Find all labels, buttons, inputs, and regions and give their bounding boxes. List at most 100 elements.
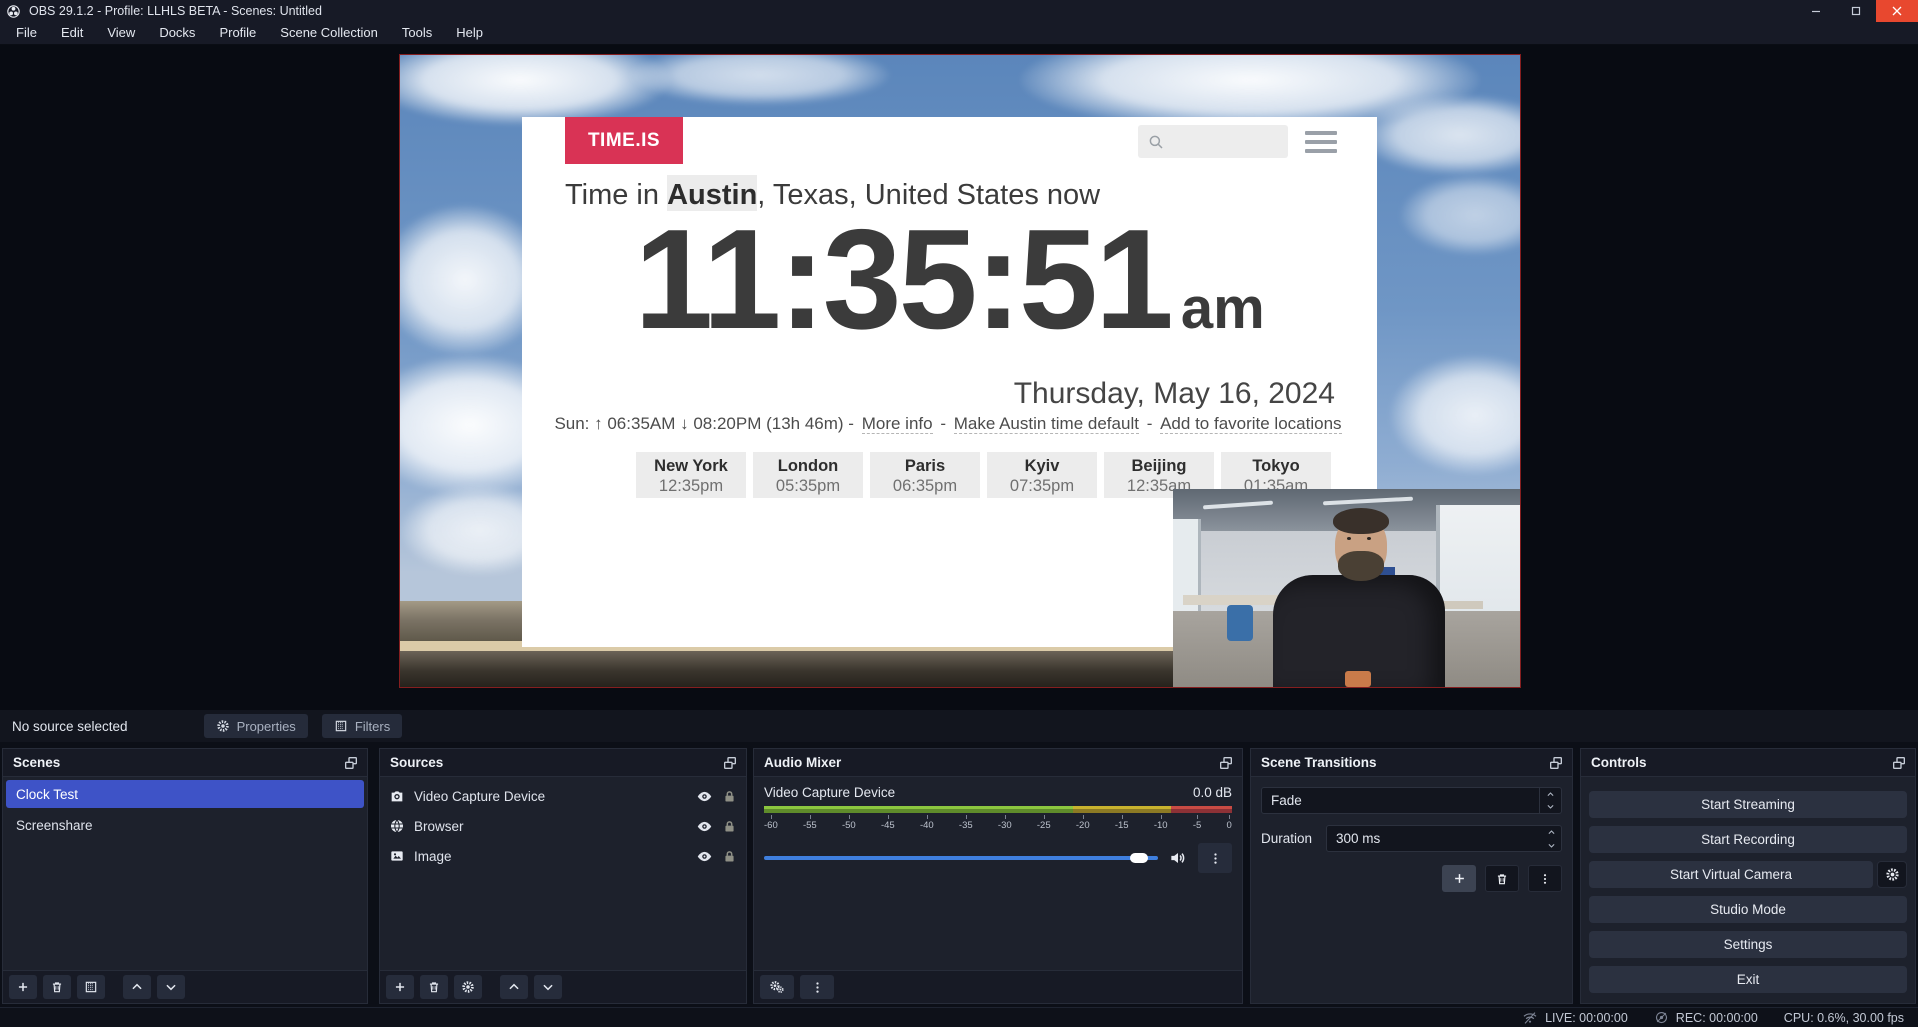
transition-select[interactable]: Fade [1261,787,1562,814]
make-default-link: Make Austin time default [954,414,1139,434]
popout-icon[interactable] [1891,755,1907,771]
popout-icon[interactable] [722,755,738,771]
menu-file[interactable]: File [4,22,49,44]
duration-spinbox[interactable]: 300 ms [1326,825,1562,852]
image-icon [389,848,405,864]
select-chevrons-icon[interactable] [1539,788,1561,813]
mixer-level-db: 0.0 dB [1193,785,1232,800]
start-streaming-button[interactable]: Start Streaming [1589,791,1907,818]
cpu-fps-status: CPU: 0.6%, 30.00 fps [1784,1011,1904,1025]
channel-options-button[interactable] [1198,843,1232,873]
search-icon [1147,133,1165,151]
visibility-eye-icon[interactable] [696,818,713,835]
preview-canvas[interactable]: TIME.IS Time in Austin, Texas, United St… [400,55,1520,687]
gear-icon [1885,867,1900,882]
sources-panel-header[interactable]: Sources [380,749,746,777]
visibility-eye-icon[interactable] [696,848,713,865]
scenes-panel: Scenes Clock Test Screenshare [2,748,368,1004]
menubar: File Edit View Docks Profile Scene Colle… [0,22,1918,45]
remove-scene-button[interactable] [43,975,71,999]
chevron-up-icon [507,980,521,994]
cloud [630,55,890,105]
controls-panel-header[interactable]: Controls [1581,749,1915,777]
menu-tools[interactable]: Tools [390,22,444,44]
popout-icon[interactable] [343,755,359,771]
scene-item-clock-test[interactable]: Clock Test [6,780,364,808]
menu-profile[interactable]: Profile [207,22,268,44]
source-item-image[interactable]: Image [380,841,746,871]
menu-view[interactable]: View [95,22,147,44]
transition-options-button[interactable] [1528,865,1562,892]
popout-icon[interactable] [1218,755,1234,771]
record-disc-icon [1654,1010,1669,1025]
gear-icon [461,980,475,994]
city-card: Paris06:35pm [870,452,980,498]
minimize-button[interactable] [1796,0,1836,22]
search-box [1138,125,1288,158]
scenes-panel-header[interactable]: Scenes [3,749,367,777]
obs-logo-icon [6,4,21,19]
visibility-eye-icon[interactable] [696,788,713,805]
menu-help[interactable]: Help [444,22,495,44]
spin-down-icon[interactable] [1547,841,1556,850]
move-scene-down-button[interactable] [157,975,185,999]
spin-up-icon[interactable] [1547,828,1556,837]
chevron-down-icon [541,980,555,994]
lock-icon[interactable] [722,789,737,804]
plus-icon [1452,871,1467,886]
double-gear-icon [769,979,785,995]
live-status: LIVE: 00:00:00 [1522,1010,1628,1026]
add-transition-button[interactable] [1442,865,1476,892]
plus-icon [393,980,407,994]
exit-button[interactable]: Exit [1589,966,1907,993]
gear-icon [216,719,230,733]
menu-edit[interactable]: Edit [49,22,95,44]
add-scene-button[interactable] [9,975,37,999]
virtual-camera-config-button[interactable] [1877,861,1907,888]
audio-mixer-header[interactable]: Audio Mixer [754,749,1242,777]
menu-docks[interactable]: Docks [147,22,207,44]
add-favorite-link: Add to favorite locations [1160,414,1341,434]
sources-toolbar [380,970,746,1003]
source-properties-button[interactable] [454,975,482,999]
remove-source-button[interactable] [420,975,448,999]
close-button[interactable] [1876,0,1918,22]
move-source-down-button[interactable] [534,975,562,999]
maximize-button[interactable] [1836,0,1876,22]
advanced-audio-button[interactable] [760,975,794,999]
filters-button[interactable]: Filters [322,714,402,738]
stream-signal-icon [1522,1010,1538,1026]
scene-filters-button[interactable] [77,975,105,999]
speaker-icon[interactable] [1168,848,1188,868]
source-item-video-capture[interactable]: Video Capture Device [380,781,746,811]
audio-mixer-panel: Audio Mixer Video Capture Device 0.0 dB … [753,748,1243,1004]
chevron-up-icon [130,980,144,994]
settings-button[interactable]: Settings [1589,931,1907,958]
menu-scene-collection[interactable]: Scene Collection [268,22,390,44]
start-virtual-camera-button[interactable]: Start Virtual Camera [1589,861,1873,888]
volume-slider-handle[interactable] [1130,853,1148,863]
source-item-browser[interactable]: Browser [380,811,746,841]
mixer-options-button[interactable] [800,975,834,999]
properties-button[interactable]: Properties [204,714,308,738]
remove-transition-button[interactable] [1485,865,1519,892]
preview-workspace: TIME.IS Time in Austin, Texas, United St… [0,45,1918,710]
add-source-button[interactable] [386,975,414,999]
lock-icon[interactable] [722,819,737,834]
start-recording-button[interactable]: Start Recording [1589,826,1907,853]
studio-mode-button[interactable]: Studio Mode [1589,896,1907,923]
lock-icon[interactable] [722,849,737,864]
transitions-panel-header[interactable]: Scene Transitions [1251,749,1572,777]
current-date: Thursday, May 16, 2024 [1014,377,1335,411]
popout-icon[interactable] [1548,755,1564,771]
cloud [400,55,670,125]
status-bar: LIVE: 00:00:00 REC: 00:00:00 CPU: 0.6%, … [0,1007,1918,1027]
trash-icon [427,980,441,994]
plus-icon [16,980,30,994]
move-source-up-button[interactable] [500,975,528,999]
volume-slider[interactable] [764,856,1158,860]
scene-item-screenshare[interactable]: Screenshare [6,811,364,839]
move-scene-up-button[interactable] [123,975,151,999]
mixer-toolbar [754,970,1242,1003]
cloud [1400,175,1520,255]
